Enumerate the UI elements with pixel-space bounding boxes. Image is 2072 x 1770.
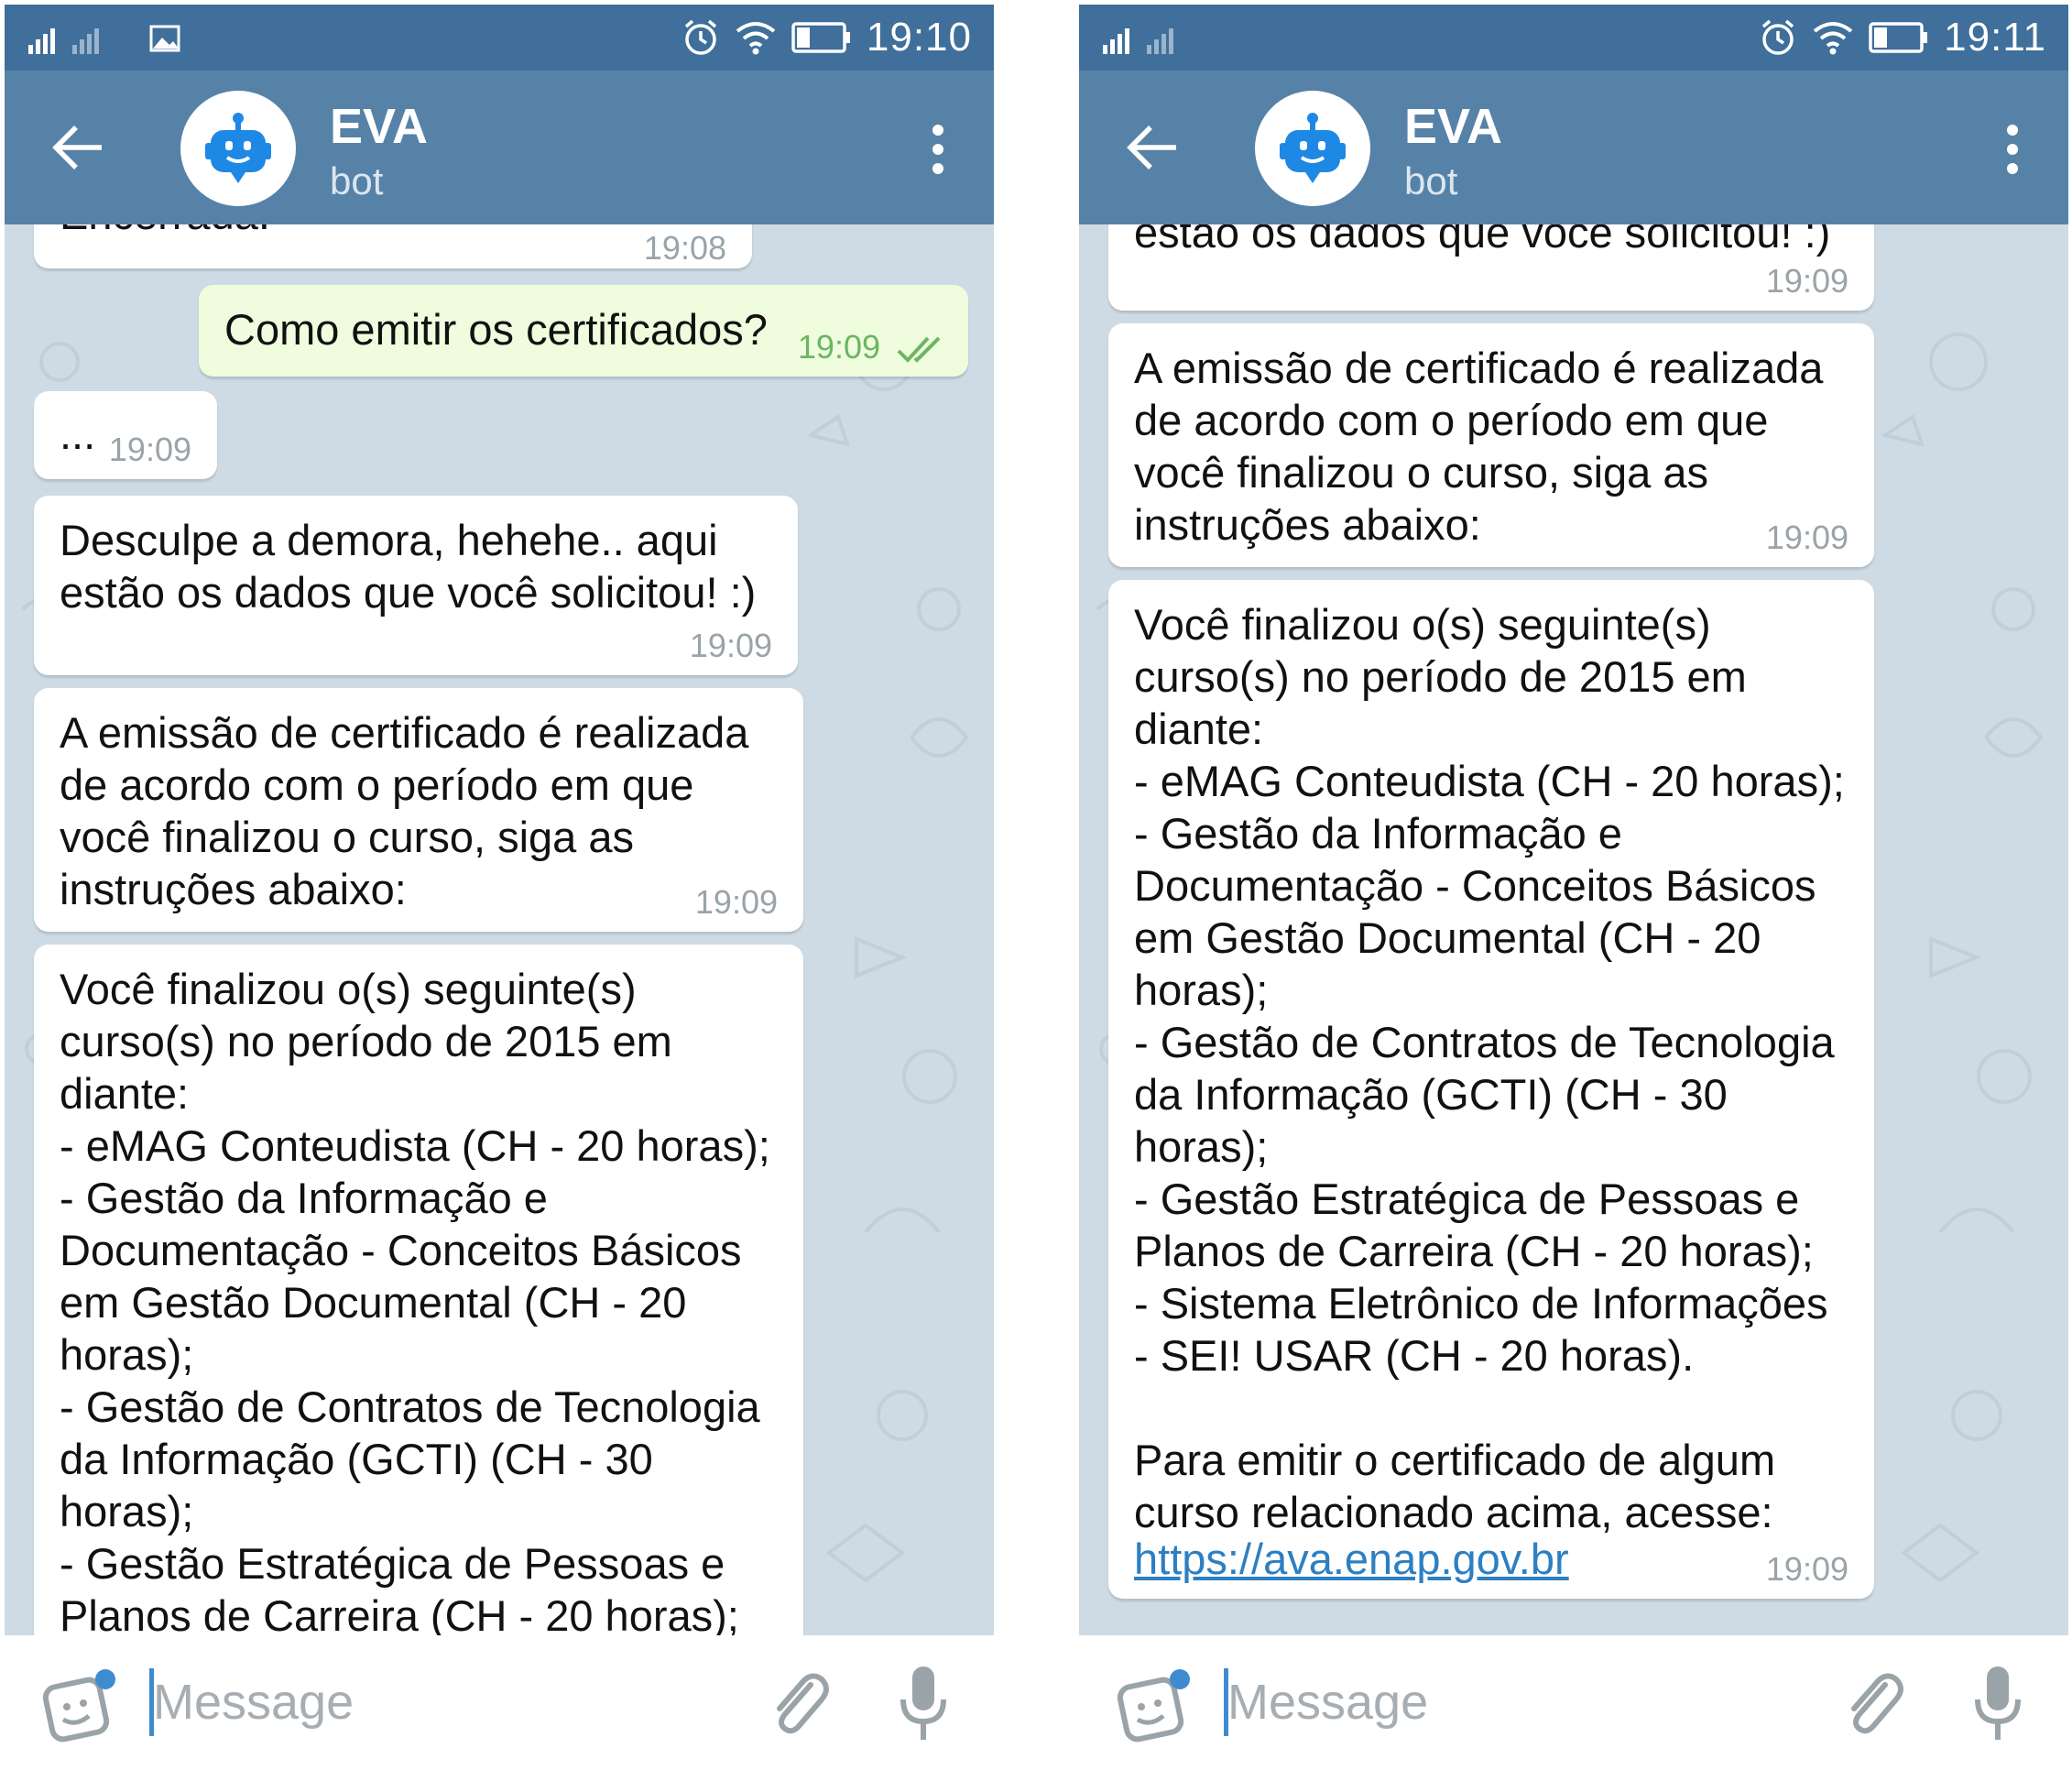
message-bubble-outgoing[interactable]: Como emitir os certificados? 19:09 [199,285,968,377]
battery-icon [1869,22,1928,53]
typing-indicator-bubble[interactable]: ... 19:09 [34,391,217,479]
attach-icon[interactable] [767,1668,831,1738]
message-composer [1079,1635,2068,1765]
message-composer [5,1635,994,1765]
more-vert-icon[interactable] [2004,124,2021,175]
signal-icon [28,28,99,54]
message-list[interactable]: estão os dados que você solicitou! :) 19… [1079,224,2068,1635]
clock: 19:10 [866,15,972,60]
alarm-icon [1762,19,1794,55]
message-time: 19:09 [797,328,880,366]
message-time: 19:08 [643,229,726,267]
message-input[interactable] [151,1663,631,1742]
signal-icon [1103,28,1173,54]
message-text: A emissão de certificado é realizada de … [60,708,749,913]
message-text: Como emitir os certificados? [224,305,768,354]
bot-avatar[interactable] [180,91,296,206]
chat-title: EVA [330,99,429,154]
certificate-link[interactable]: https://ava.enap.gov.br [1134,1533,1569,1585]
message-text: Você finalizou o(s) seguinte(s) curso(s)… [1134,600,1845,1536]
battery-icon [791,22,850,53]
robot-avatar-icon [1280,113,1346,183]
message-bubble-incoming[interactable]: estão os dados que você solicitou! :) 19… [1108,224,1874,311]
message-text: Desculpe a demora, hehehe.. aqui estão o… [60,516,757,617]
read-receipt-icon [897,336,941,363]
wifi-icon [736,22,776,55]
chat-title: EVA [1404,99,1503,154]
bot-avatar[interactable] [1255,91,1370,206]
robot-avatar-icon [205,113,271,183]
message-time: 19:09 [1765,1550,1848,1588]
message-text: estão os dados que você solicitou! :) [1134,224,1831,257]
sticker-icon[interactable] [41,1666,118,1743]
alarm-icon [684,19,717,55]
message-input[interactable] [1226,1663,1706,1742]
clock: 19:11 [1944,15,2046,60]
status-bar: 19:11 [1079,5,2068,71]
chat-header: EVA bot [5,71,994,224]
gallery-icon [149,25,180,52]
message-text: ... [60,410,96,458]
chat-header: EVA bot [1079,71,2068,224]
message-bubble-incoming[interactable]: Encerrada. 19:08 [34,224,752,268]
message-time: 19:09 [689,627,772,664]
message-bubble-incoming[interactable]: A emissão de certificado é realizada de … [1108,323,1874,567]
chat-subtitle: bot [330,159,384,202]
message-text: Encerrada. [60,224,270,240]
wifi-icon [1813,22,1853,55]
status-bar: 19:10 [5,5,994,71]
message-list[interactable]: Encerrada. 19:08 Como emitir os certific… [5,224,994,1635]
chat-subtitle: bot [1404,159,1458,202]
message-bubble-incoming[interactable]: Você finalizou o(s) seguinte(s) curso(s)… [1108,580,1874,1599]
message-text: A emissão de certificado é realizada de … [1134,344,1824,549]
message-text: Você finalizou o(s) seguinte(s) curso(s)… [60,965,770,1635]
phone-screen-1: 19:10 EVA bot 19:08 Como emitir os certi… [5,5,994,1765]
message-bubble-incoming[interactable]: A emissão de certificado é realizada de … [34,688,803,932]
message-bubble-incoming[interactable]: Desculpe a demora, hehehe.. aqui estão o… [34,496,798,675]
message-time: 19:09 [694,883,778,921]
back-arrow-icon[interactable] [1127,124,1178,171]
message-time: 19:09 [1765,519,1848,556]
sticker-icon[interactable] [1116,1666,1193,1743]
message-bubble-incoming[interactable]: Você finalizou o(s) seguinte(s) curso(s)… [34,945,803,1635]
message-time: 19:09 [1765,262,1848,300]
back-arrow-icon[interactable] [52,124,104,171]
message-time: 19:09 [108,431,191,468]
phone-screen-2: 19:11 EVA bot estão os dados que você so… [1079,5,2068,1765]
microphone-icon[interactable] [1972,1665,2023,1743]
microphone-icon[interactable] [898,1665,949,1743]
attach-icon[interactable] [1841,1668,1905,1738]
more-vert-icon[interactable] [930,124,946,175]
